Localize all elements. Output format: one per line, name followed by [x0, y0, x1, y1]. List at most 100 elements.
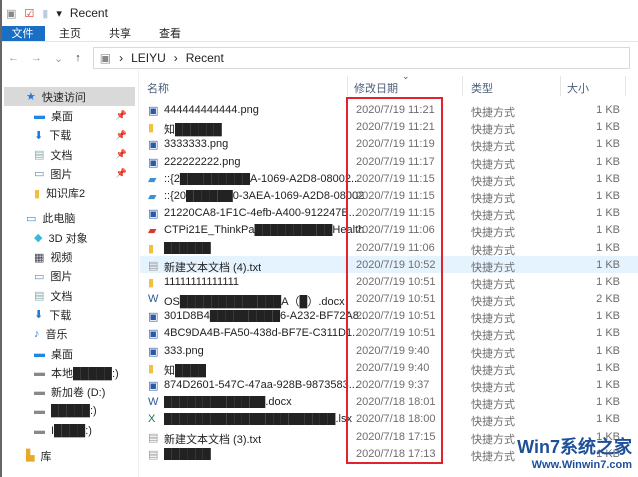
- file-name: 333.png: [164, 344, 204, 357]
- sidebar-item[interactable]: ▦ 视频: [4, 247, 135, 266]
- file-type: 快捷方式: [471, 450, 515, 463]
- pin-icon[interactable]: 📌: [116, 110, 127, 121]
- drive-icon: ▬: [34, 366, 45, 379]
- new-folder-icon[interactable]: ▮: [42, 7, 48, 20]
- column-date[interactable]: 修改日期: [354, 80, 398, 96]
- file-name: ██████████████████████.lsx: [164, 413, 352, 426]
- sidebar-item[interactable]: ⬇ 下载: [4, 305, 135, 324]
- document-icon: ▤: [34, 290, 45, 303]
- sidebar-item[interactable]: ▬ 新加卷 (D:): [4, 382, 135, 401]
- file-size: 1 KB: [596, 172, 620, 185]
- navigation-bar: ← → ⌄ ↑ ▣ › LEIYU › Recent: [0, 42, 638, 74]
- file-size: 1 KB: [596, 155, 620, 168]
- back-icon[interactable]: ←: [8, 52, 19, 64]
- tab-share[interactable]: 共享: [95, 26, 145, 41]
- sidebar-item-label: 本地█████:): [51, 367, 119, 380]
- sidebar-item-label: 视频: [50, 252, 73, 265]
- text-file-icon: ▤: [148, 448, 159, 461]
- file-size: 1 KB: [596, 241, 620, 254]
- sidebar-item-label: 桌面: [51, 110, 73, 123]
- file-name: ::{20██████0-3AEA-1069-A2D8-08002...: [164, 189, 364, 202]
- tab-view[interactable]: 查看: [145, 26, 195, 41]
- sidebar-item[interactable]: ♪ 音乐: [4, 325, 135, 344]
- column-size[interactable]: 大小: [567, 80, 589, 96]
- sidebar-item-label: 库: [40, 450, 52, 463]
- sidebar-item[interactable]: ▤ 文档 📌: [4, 145, 135, 164]
- file-size: 1 KB: [596, 258, 620, 271]
- drive-icon: ▬: [34, 386, 45, 399]
- sidebar-item[interactable]: ◆ 3D 对象: [4, 228, 135, 247]
- date-highlight-box: [346, 97, 443, 464]
- file-size: 1 KB: [596, 224, 620, 237]
- sidebar-item[interactable]: ▙ 库: [4, 446, 135, 465]
- file-size: 1 KB: [596, 396, 620, 409]
- text-file-icon: ▤: [148, 259, 159, 272]
- recent-locations-icon[interactable]: ⌄: [54, 52, 63, 65]
- computer-file-icon: ▰: [148, 190, 157, 203]
- image-file-icon: ▣: [148, 380, 159, 392]
- column-type[interactable]: 类型: [471, 80, 493, 96]
- file-name: ██████: [164, 241, 211, 254]
- sidebar-item[interactable]: ▮ 知识库2: [4, 183, 135, 202]
- sidebar-item-label: 3D 对象: [48, 232, 88, 245]
- tab-file[interactable]: 文件: [0, 26, 45, 41]
- sidebar-item[interactable]: ▭ 图片 📌: [4, 164, 135, 183]
- file-name: ██████: [164, 447, 211, 460]
- image-file-icon: ▣: [148, 105, 159, 117]
- sidebar-item[interactable]: ▬ 本地█████:): [4, 363, 135, 382]
- pictures-icon: ▭: [34, 270, 45, 283]
- document-icon: ▤: [34, 149, 45, 162]
- sort-icon: ⌄: [402, 71, 410, 81]
- column-header: 名称 修改日期 ⌄ 类型 大小: [140, 71, 638, 96]
- watermark: Win7系统之家 Www.Winwin7.com: [517, 437, 632, 471]
- image-file-icon: ▣: [148, 328, 159, 341]
- sidebar-item[interactable]: ▬ █████:): [4, 402, 135, 421]
- properties-icon[interactable]: ☑: [24, 7, 34, 20]
- navigation-pane: ★ 快速访问 ▬ 桌面 📌 ⬇ 下载 📌 ▤ 文档 📌 ▭ 图片 📌 ▮ 知识库2 ▭ 此电脑 ◆ 3D 对象 ▦ 视频 ▭…: [4, 87, 135, 477]
- file-size: 1 KB: [596, 104, 620, 116]
- image-file-icon: ▣: [148, 156, 159, 169]
- breadcrumb-leiyu[interactable]: LEIYU: [131, 51, 166, 65]
- sidebar-item[interactable]: ▤ 文档: [4, 286, 135, 305]
- image-file-icon: ▣: [148, 311, 159, 324]
- 3d-objects-icon: ◆: [34, 232, 43, 245]
- sidebar-item-label: 下载: [49, 130, 72, 143]
- location-icon: ▣: [99, 51, 112, 65]
- window-edge: [0, 0, 2, 477]
- forward-icon[interactable]: →: [31, 52, 42, 64]
- word-file-icon: W: [148, 396, 159, 409]
- sidebar-item[interactable]: ▭ 图片: [4, 267, 135, 286]
- file-name: CTPi21E_ThinkPa██████████Healthca...: [164, 224, 364, 237]
- file-size: 2 KB: [596, 293, 620, 306]
- sidebar-item[interactable]: ▬ I████:): [4, 421, 135, 440]
- folder-file-icon: ▮: [148, 122, 155, 135]
- customize-toolbar-icon[interactable]: ▾: [56, 7, 62, 20]
- column-name[interactable]: 名称: [147, 80, 169, 96]
- file-name: █████████████.docx: [164, 396, 292, 409]
- sidebar-item[interactable]: ⬇ 下载 📌: [4, 126, 135, 145]
- image-file-icon: ▣: [148, 345, 159, 358]
- pin-icon[interactable]: 📌: [116, 149, 127, 160]
- file-name: 444444444444.png: [164, 104, 259, 116]
- address-bar[interactable]: ▣ › LEIYU › Recent: [92, 47, 630, 69]
- pin-icon[interactable]: 📌: [116, 130, 127, 141]
- file-name: 874D2601-547C-47aa-928B-9873583...: [164, 379, 358, 391]
- text-file-icon: ▤: [148, 431, 159, 444]
- tab-home[interactable]: 主页: [45, 26, 95, 41]
- drive-icon: ▬: [34, 405, 45, 418]
- sidebar-item-label: █████:): [51, 405, 97, 418]
- breadcrumb-recent[interactable]: Recent: [186, 51, 224, 65]
- sidebar-item[interactable]: ★ 快速访问: [4, 87, 135, 107]
- excel-file-icon: X: [148, 413, 156, 426]
- file-size: 1 KB: [596, 379, 620, 391]
- pin-icon[interactable]: 📌: [116, 168, 127, 179]
- up-icon[interactable]: ↑: [75, 52, 81, 64]
- sidebar-item[interactable]: ▭ 此电脑: [4, 209, 135, 228]
- sidebar-item-label: 图片: [50, 168, 73, 181]
- sidebar-item[interactable]: ▬ 桌面: [4, 344, 135, 363]
- sidebar-item[interactable]: ▬ 桌面 📌: [4, 106, 135, 125]
- file-size: 1 KB: [596, 310, 620, 323]
- download-icon: ⬇: [34, 309, 44, 322]
- computer-file-icon: ▰: [148, 173, 157, 186]
- pane-divider[interactable]: [138, 70, 139, 477]
